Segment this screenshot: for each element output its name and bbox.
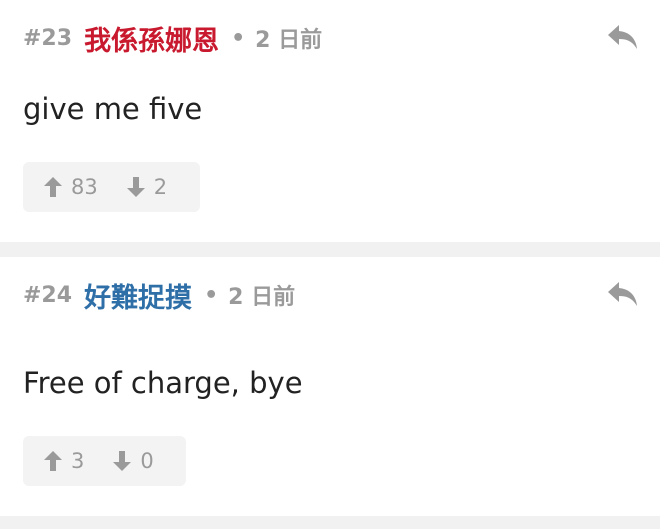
- username-link[interactable]: 我係孫娜恩: [84, 19, 219, 58]
- comment-post: #24 好難捉摸 • 2 日前 Free of charge, bye 3 0: [0, 257, 660, 516]
- post-time: 2 日前: [255, 28, 323, 53]
- upvote-button[interactable]: 3: [43, 449, 84, 473]
- meta-separator: •: [204, 282, 219, 308]
- comment-feed: #23 我係孫娜恩 • 2 日前 give me five 83 2 #24 好…: [0, 0, 660, 529]
- vote-box: 3 0: [23, 436, 186, 486]
- upvote-count: 83: [71, 175, 98, 199]
- comment-content: give me five: [23, 92, 203, 126]
- meta-separator: •: [231, 25, 246, 51]
- downvote-button[interactable]: 2: [126, 175, 167, 199]
- downvote-button[interactable]: 0: [112, 449, 154, 473]
- post-time: 2 日前: [228, 285, 296, 310]
- username-link[interactable]: 好難捉摸: [84, 276, 192, 315]
- comment-content: Free of charge, bye: [23, 366, 303, 400]
- arrow-down-icon: [112, 450, 132, 472]
- downvote-count: 2: [153, 175, 168, 199]
- reply-icon[interactable]: [606, 279, 640, 309]
- vote-box: 83 2: [23, 162, 200, 212]
- floor-number: #23: [23, 25, 73, 51]
- reply-icon[interactable]: [606, 22, 640, 52]
- upvote-count: 3: [71, 449, 85, 473]
- floor-number: #24: [23, 282, 73, 308]
- arrow-up-icon: [43, 176, 63, 198]
- post-divider: [0, 516, 660, 529]
- arrow-up-icon: [43, 450, 63, 472]
- post-divider: [0, 242, 660, 257]
- downvote-count: 0: [140, 449, 154, 473]
- arrow-down-icon: [126, 176, 146, 198]
- comment-meta: #24 好難捉摸 • 2 日前: [23, 276, 296, 315]
- comment-post: #23 我係孫娜恩 • 2 日前 give me five 83 2: [0, 0, 660, 242]
- upvote-button[interactable]: 83: [43, 175, 98, 199]
- comment-meta: #23 我係孫娜恩 • 2 日前: [23, 19, 323, 58]
